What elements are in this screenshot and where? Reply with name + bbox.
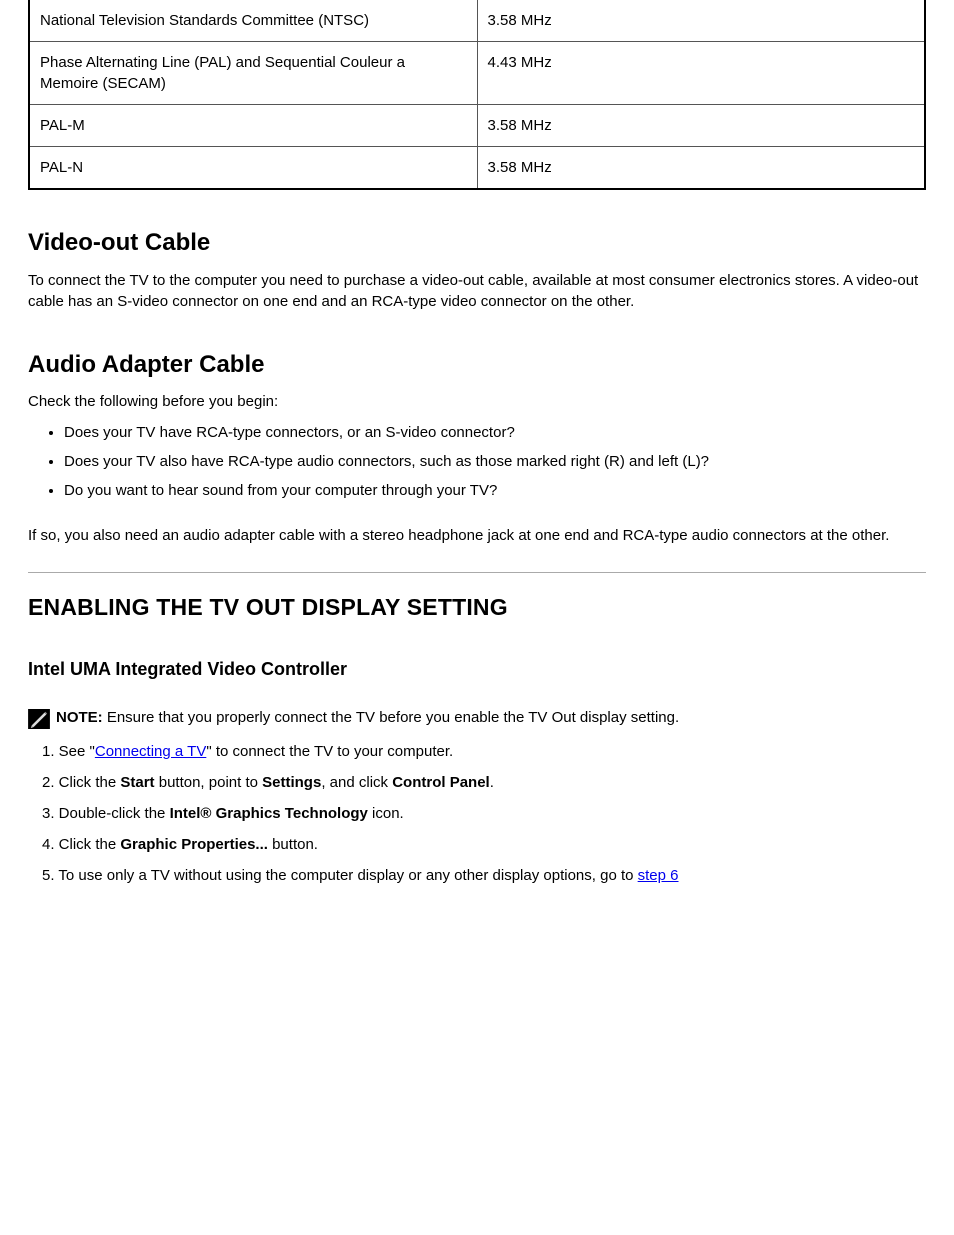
spec-key: Phase Alternating Line (PAL) and Sequent… <box>29 42 477 105</box>
note-label: NOTE: <box>56 709 103 726</box>
spec-key: National Television Standards Committee … <box>29 0 477 42</box>
table-row: Phase Alternating Line (PAL) and Sequent… <box>29 42 925 105</box>
note-text: NOTE: Ensure that you properly connect t… <box>56 707 679 728</box>
step-5: 5. To use only a TV without using the co… <box>42 865 926 886</box>
heading-intel-controller: Intel UMA Integrated Video Controller <box>28 657 926 682</box>
spec-val: 3.58 MHz <box>477 105 925 147</box>
step-3: 3. Double-click the Intel® Graphics Tech… <box>42 803 926 824</box>
list-item: Do you want to hear sound from your comp… <box>64 480 926 501</box>
paragraph: If so, you also need an audio adapter ca… <box>28 525 926 546</box>
table-row: National Television Standards Committee … <box>29 0 925 42</box>
checklist: Does your TV have RCA-type connectors, o… <box>28 422 926 501</box>
spec-val: 4.43 MHz <box>477 42 925 105</box>
heading-video-out-cable: Video-out Cable <box>28 226 926 260</box>
list-item: Does your TV also have RCA-type audio co… <box>64 451 926 472</box>
spec-table: National Television Standards Committee … <box>28 0 926 190</box>
connecting-tv-link[interactable]: Connecting a TV <box>95 743 206 760</box>
table-row: PAL-M 3.58 MHz <box>29 105 925 147</box>
spec-key: PAL-M <box>29 105 477 147</box>
step-4: 4. Click the Graphic Properties... butto… <box>42 834 926 855</box>
section-divider <box>28 572 926 573</box>
heading-enable-tv-out: ENABLING THE TV OUT DISPLAY SETTING <box>28 591 926 623</box>
step-1: 1. See "Connecting a TV" to connect the … <box>42 741 926 762</box>
spec-key: PAL-N <box>29 147 477 190</box>
paragraph: To connect the TV to the computer you ne… <box>28 270 926 312</box>
note-block: NOTE: Ensure that you properly connect t… <box>28 707 926 729</box>
heading-audio-adapter-cable: Audio Adapter Cable <box>28 348 926 382</box>
table-row: PAL-N 3.58 MHz <box>29 147 925 190</box>
step-6-link[interactable]: step 6 <box>638 867 679 884</box>
spec-val: 3.58 MHz <box>477 147 925 190</box>
list-item: Does your TV have RCA-type connectors, o… <box>64 422 926 443</box>
spec-val: 3.58 MHz <box>477 0 925 42</box>
paragraph: Check the following before you begin: <box>28 391 926 412</box>
step-2: 2. Click the Start button, point to Sett… <box>42 772 926 793</box>
note-icon <box>28 709 50 729</box>
note-body: Ensure that you properly connect the TV … <box>103 709 679 726</box>
